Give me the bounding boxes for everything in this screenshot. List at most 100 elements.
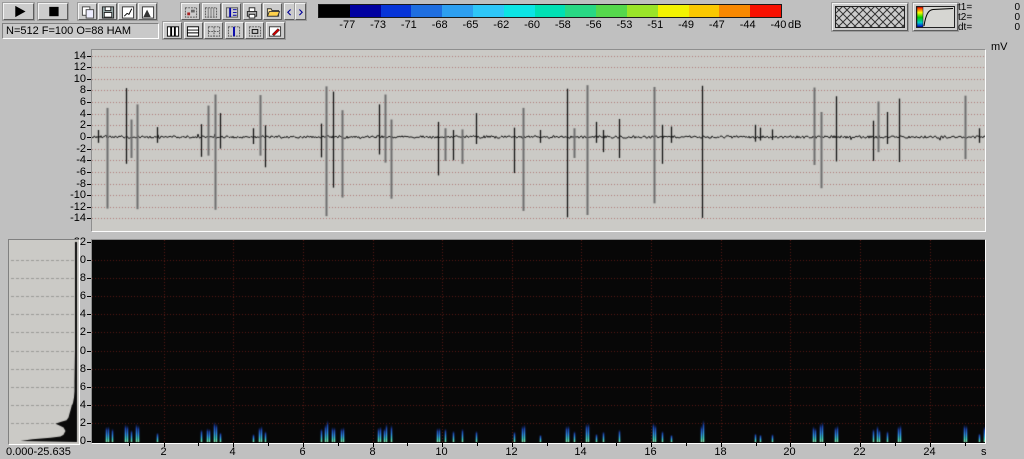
- transfer-curve-icon: [916, 6, 955, 28]
- colorbar-tick-label: -53: [616, 19, 633, 31]
- save-icon[interactable]: [98, 3, 117, 20]
- edit-icon[interactable]: [265, 22, 285, 39]
- spectrum-window-icon[interactable]: [138, 3, 157, 20]
- colorbar-tick-label: -60: [524, 19, 540, 31]
- time-axis-tick: [824, 443, 826, 446]
- analysis-bands-icon[interactable]: [222, 3, 241, 20]
- prev-arrow-icon[interactable]: [284, 3, 295, 20]
- colorbar-segment: [596, 5, 627, 17]
- time-axis-unit: s: [981, 446, 987, 458]
- time-axis-tick: [476, 443, 478, 446]
- colorbar-segment: [688, 5, 720, 17]
- waveform-y-axis: 14 12 10 8 6 4 2 0 -2 -4 -6 -8 -10 -12 -14: [56, 49, 91, 232]
- time-axis: 2 4 6 8 10 12 14 16 18 20 22 24 s: [92, 443, 992, 459]
- cursor-line-icon: [227, 25, 241, 37]
- play-button[interactable]: [3, 3, 34, 20]
- open-folder-icon[interactable]: [263, 3, 282, 20]
- spectrogram-y-tick-label: 0: [79, 435, 86, 447]
- time-axis-tick: [128, 443, 130, 446]
- play-button: [14, 5, 26, 17]
- time-axis-tick-label: 20: [783, 446, 796, 458]
- spectrum-histogram-canvas[interactable]: [9, 240, 79, 444]
- stop-button: [49, 6, 59, 16]
- colorbar-segment: [657, 5, 689, 17]
- time-axis-tick-label: 8: [369, 446, 376, 458]
- time-axis-tick-label: 18: [714, 446, 727, 458]
- curve-window-icon[interactable]: [118, 3, 137, 20]
- waveform-y-tick-label: -12: [70, 200, 86, 213]
- colorbar-segment: [411, 5, 443, 17]
- time-axis-tick-label: 16: [644, 446, 657, 458]
- print-icon[interactable]: [242, 3, 262, 20]
- colorbar-strip: [318, 4, 782, 18]
- next-arrow-icon[interactable]: [295, 3, 306, 20]
- horizontal-grid-icon[interactable]: [183, 22, 203, 39]
- hatch-pattern-button[interactable]: [832, 3, 908, 31]
- colorbar-segment: [719, 5, 751, 17]
- colorbar-segment: [626, 5, 658, 17]
- colorbar: dB -77 -73 -71 -68 -65 -62 -60 -58 -56 -53 -51 -49 -…: [318, 3, 804, 31]
- cursor-line-icon[interactable]: [224, 22, 244, 39]
- spectrum-histogram-panel: [8, 239, 80, 445]
- histogram-range-label: 0.000-25.635: [6, 446, 71, 458]
- dashed-cross-icon[interactable]: [204, 22, 223, 39]
- spectrogram-y-tick-label: 4: [79, 398, 86, 411]
- colorbar-tick-label: -68: [431, 19, 448, 31]
- horizontal-grid-icon: [186, 25, 200, 37]
- colorbar-segment: [380, 5, 412, 17]
- time-axis-tick-label: 10: [435, 446, 448, 458]
- waveform-canvas[interactable]: [92, 50, 985, 231]
- fft-grid-icon[interactable]: [201, 3, 221, 20]
- zoom-region-icon[interactable]: [245, 22, 264, 39]
- spectrogram-plot: [91, 239, 986, 444]
- time-axis-tick: [267, 443, 269, 446]
- time-axis-tick-label: 12: [505, 446, 518, 458]
- time-axis-tick-label: 6: [299, 446, 306, 458]
- colorbar-tick-label: -40: [770, 19, 787, 31]
- time-axis-tick-label: 4: [229, 446, 236, 458]
- colorbar-tick-label: -71: [400, 19, 417, 31]
- waveform-y-tick-label: -8: [76, 177, 86, 190]
- vertical-grid-icon: [166, 25, 179, 37]
- colorbar-tick-label: -62: [493, 19, 510, 31]
- waveform-y-tick-label: -6: [76, 165, 86, 178]
- colorbar-segment: [750, 5, 781, 17]
- colorbar-tick-label: -44: [739, 19, 756, 31]
- fft-grid-icon: [204, 6, 218, 18]
- spectrogram-y-tick-label: 8: [79, 362, 86, 375]
- analysis-bands-icon: [225, 6, 238, 18]
- waveform-y-tick-label: -2: [76, 142, 86, 155]
- frame-settings-icon[interactable]: [181, 3, 200, 20]
- frame-settings-icon: [184, 6, 197, 18]
- colorbar-tick-label: -65: [462, 19, 479, 31]
- waveform-unit-label: mV: [991, 41, 1008, 53]
- time-axis-tick: [685, 443, 687, 446]
- transfer-curve-button[interactable]: [913, 3, 958, 31]
- colorbar-tick-label: -58: [554, 19, 571, 31]
- time-axis-tick: [546, 443, 548, 446]
- open-folder-icon: [266, 7, 280, 17]
- colorbar-segment: [442, 5, 473, 17]
- vertical-grid-icon[interactable]: [163, 22, 182, 39]
- copy-icon[interactable]: [78, 3, 97, 20]
- waveform-y-tick-label: 10: [73, 72, 86, 85]
- waveform-y-tick-label: -4: [76, 154, 86, 167]
- waveform-y-tick-label: -14: [70, 212, 86, 225]
- time-axis-tick: [894, 443, 896, 446]
- colorbar-segment: [472, 5, 504, 17]
- waveform-y-tick-label: 12: [73, 61, 86, 74]
- time-axis-tick-label: 22: [853, 446, 866, 458]
- colorbar-segment: [349, 5, 381, 17]
- waveform-y-tick-label: 8: [79, 84, 86, 97]
- spectrogram-canvas[interactable]: [92, 240, 985, 443]
- cursor-readout-value: 0: [1014, 22, 1020, 33]
- colorbar-tick-label: -77: [339, 19, 356, 31]
- time-axis-tick: [197, 443, 199, 446]
- colorbar-segment: [534, 5, 566, 17]
- colorbar-segment: [503, 5, 535, 17]
- time-axis-tick-label: 24: [923, 446, 936, 458]
- stop-button[interactable]: [38, 3, 68, 20]
- colorbar-tick-label: -47: [708, 19, 725, 31]
- curve-window-icon: [121, 5, 134, 19]
- copy-icon: [81, 5, 94, 19]
